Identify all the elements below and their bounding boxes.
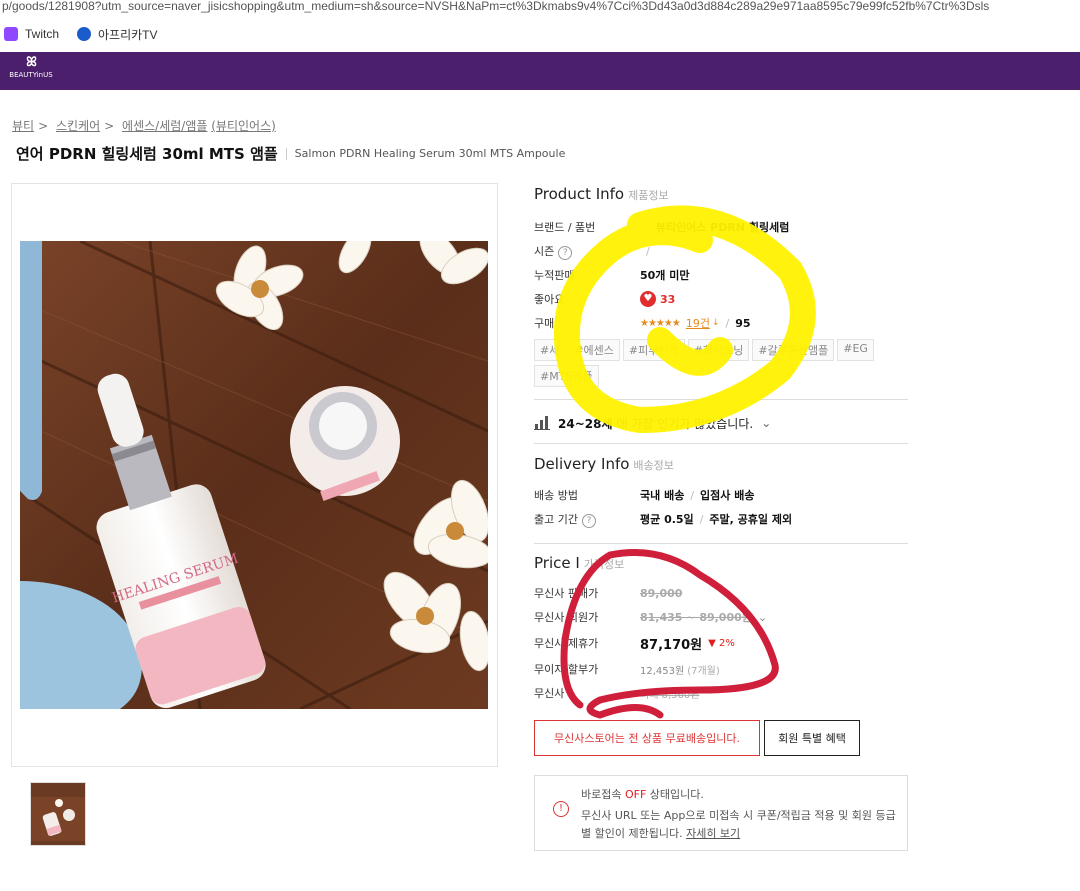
price-info-title: Price I 가격정보 (534, 554, 625, 572)
price-row-partner: 무신사 제휴가 87,170원 ▼ 2% (534, 637, 735, 653)
price-row-points: 무신사 최대 8,560원 (534, 687, 700, 701)
price-row-member: 무신사 회원가 81,435 ~ 89,000원 ⌄ (534, 610, 768, 625)
purchase-review-row: 구매 ★★★★★ 19건 ↓/95 (534, 315, 751, 331)
free-shipping-button[interactable]: 무신사스토어는 전 상품 무료배송입니다. (534, 720, 760, 756)
bar-chart-icon (534, 416, 550, 430)
bookmark-afreecatv[interactable]: 아프리카TV (77, 26, 158, 43)
address-bar[interactable]: p/goods/1281908?utm_source=naver_jisicsh… (0, 0, 1080, 18)
age-popularity-row[interactable]: 24~28세 에 가장 인기가 많았습니다. ⌄ (534, 411, 908, 435)
likes-row: 좋아요 ♥ 33 (534, 291, 676, 307)
satisfaction-value: 95 (735, 316, 751, 330)
logo-mark-icon: ꕤ (26, 55, 37, 70)
direct-access-notice: ! 바로접속 OFF 상태입니다. 무신사 URL 또는 App으로 미접속 시… (534, 775, 908, 851)
breadcrumb: 뷰티 > 스킨케어 > 에센스/세럼/앰플 (뷰티인어스) (12, 119, 276, 133)
shipping-method-row: 배송 방법 국내 배송 / 입점사 배송 (534, 488, 755, 503)
review-count-link[interactable]: 19건 (686, 315, 710, 331)
rating-stars: ★★★★★ (640, 317, 681, 329)
price-row-installment: 무이자 할부가 12,453원 (7개월) (534, 663, 720, 677)
chevron-down-icon[interactable]: ⌄ (761, 416, 771, 430)
tag[interactable]: #MTS앰플 (534, 365, 599, 387)
afreecatv-icon (77, 27, 92, 41)
shipping-period-row: 출고 기간? 평균 0.5일 / 주말, 공휴일 제외 (534, 512, 793, 528)
likes-count: 33 (660, 292, 676, 306)
tag-list: #세 #에센스 #피부탄력 #화이트닝 #갈루론산앰플 #EG #MTS앰플 (534, 339, 894, 391)
help-icon[interactable]: ? (581, 513, 596, 528)
section-divider (534, 399, 908, 400)
product-info-title: Product Info 제품정보 (534, 185, 669, 203)
tag[interactable]: #에센스 (568, 339, 620, 361)
tag[interactable]: #피부탄력 (622, 339, 685, 361)
brand-row: 브랜드 / 품번 / 뷰티인어스 PDRN 힐링세럼 (534, 221, 790, 234)
help-icon[interactable]: ? (558, 245, 573, 260)
price-info-section: Price I 가격정보 무신사 판매가 89,000 무신사 회원가 81,435 … (534, 554, 908, 705)
bookmarks-bar: Twitch 아프리카TV (0, 18, 1080, 50)
tag[interactable]: #EG (837, 339, 874, 361)
tag[interactable]: #세 (534, 339, 566, 361)
breadcrumb-item[interactable]: 에센스/세럼/앰플 (122, 119, 207, 133)
brand-logo[interactable]: ꕤ BEAUTYinUS (5, 55, 57, 87)
price-row-sale: 무신사 판매가 89,000 (534, 586, 683, 601)
product-info-section: Product Info 제품정보 브랜드 / 품번 / 뷰티인어스 PDRN 힐링세… (534, 185, 908, 391)
discount-badge: ▼ 2% (708, 637, 735, 649)
season-row: 시즌? / (534, 244, 650, 260)
product-thumbnail[interactable] (30, 782, 86, 846)
product-title-ko: 연어 PDRN 힐링세럼 30ml MTS 앰플 (16, 145, 278, 163)
tag[interactable]: #화이트닝 (687, 339, 750, 361)
brand-header: ꕤ BEAUTYinUS (0, 52, 1080, 90)
tag[interactable]: #갈루론산앰플 (752, 339, 835, 361)
sales-row: 누적판매 50개 미만 (534, 269, 690, 282)
heart-icon[interactable]: ♥ (640, 291, 656, 307)
section-divider (534, 543, 908, 544)
url-text: p/goods/1281908?utm_source=naver_jisicsh… (2, 0, 990, 13)
product-photo: HEALING SERUM (20, 241, 488, 709)
breadcrumb-item[interactable]: 뷰티 (12, 119, 34, 133)
breadcrumb-item[interactable]: 스킨케어 (56, 119, 100, 133)
chevron-down-icon[interactable]: ⌄ (758, 611, 767, 624)
brand-value[interactable]: 뷰티인어스 PDRN 힐링세럼 (656, 221, 790, 234)
delivery-info-title: Delivery Info 배송정보 (534, 455, 674, 473)
info-icon: ! (553, 801, 569, 817)
title-divider (285, 147, 287, 160)
sales-value: 50개 미만 (640, 269, 690, 282)
delivery-info-section: Delivery Info 배송정보 배송 방법 국내 배송 / 입점사 배송 출고 기… (534, 455, 908, 531)
breadcrumb-item[interactable]: (뷰티인어스) (211, 119, 276, 133)
detail-link[interactable]: 자세히 보기 (686, 827, 740, 840)
member-benefit-button[interactable]: 회원 특별 혜택 (764, 720, 860, 756)
bookmark-twitch[interactable]: Twitch (4, 27, 59, 41)
product-title-row: 연어 PDRN 힐링세럼 30ml MTS 앰플 Salmon PDRN Hea… (16, 143, 565, 164)
twitch-icon (4, 27, 18, 41)
section-divider (534, 443, 908, 444)
product-title-en: Salmon PDRN Healing Serum 30ml MTS Ampou… (294, 147, 566, 160)
